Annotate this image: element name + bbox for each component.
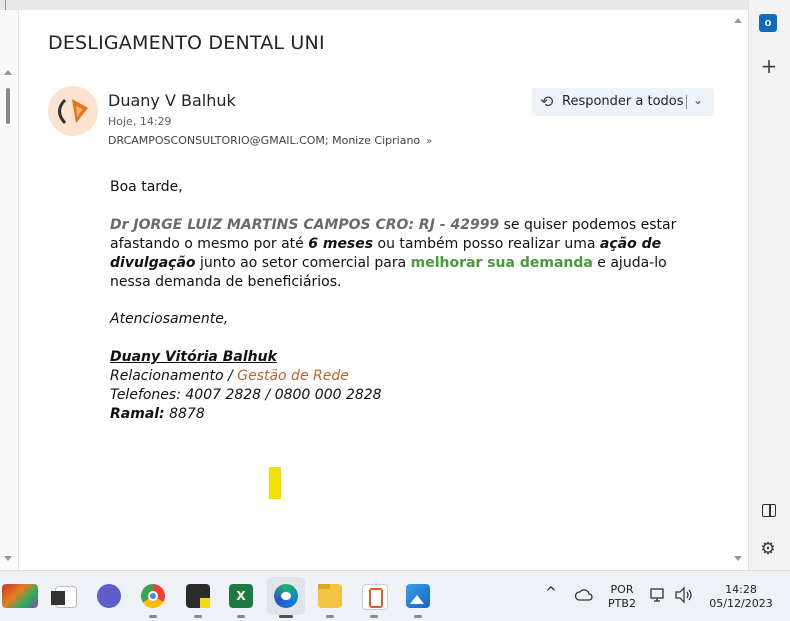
teams-chat-icon[interactable]: [97, 584, 121, 608]
left-scrollbar[interactable]: [0, 10, 19, 570]
scroll-thumb[interactable]: [6, 88, 10, 124]
recipients-text: DRCAMPOSCONSULTORIO@GMAIL.COM; Monize Ci…: [108, 134, 421, 147]
excel-icon[interactable]: X: [229, 584, 253, 608]
duration-text: 6 meses: [308, 236, 374, 252]
email-body: Boa tarde, Dr JORGE LUIZ MARTINS CAMPOS …: [110, 178, 710, 424]
photos-icon[interactable]: [406, 584, 430, 608]
tray-chevron-icon[interactable]: ^: [543, 586, 559, 600]
signature-phones: Telefones: 4007 2828 / 0800 000 2828: [110, 387, 382, 403]
language-indicator[interactable]: POR PTB2: [605, 583, 639, 611]
email-subject: DESLIGAMENTO DENTAL UNI: [48, 32, 325, 54]
body-text: junto ao setor comercial para: [195, 255, 411, 271]
side-panel-icon[interactable]: [762, 504, 776, 517]
right-side-pane: o + ⚙: [748, 0, 790, 570]
gear-icon[interactable]: ⚙: [759, 540, 777, 558]
network-icon[interactable]: [650, 587, 668, 603]
sender-avatar[interactable]: [48, 86, 98, 136]
running-indicator: [414, 615, 422, 618]
snipping-tool-icon[interactable]: [362, 584, 388, 610]
right-scrollbar[interactable]: [730, 10, 746, 570]
running-indicator: [237, 615, 245, 618]
yellow-highlight-mark: [269, 467, 281, 499]
greeting: Boa tarde,: [110, 179, 183, 195]
plus-icon[interactable]: +: [759, 56, 779, 76]
running-indicator: [279, 615, 293, 618]
recipients-list[interactable]: DRCAMPOSCONSULTORIO@GMAIL.COM; Monize Ci…: [108, 134, 432, 147]
body-paragraph: Dr JORGE LUIZ MARTINS CAMPOS CRO: RJ - 4…: [110, 216, 710, 292]
chevron-down-icon[interactable]: »: [426, 136, 432, 147]
scroll-down-arrow-icon[interactable]: [734, 556, 742, 561]
signature-ramal: Ramal: 8878: [110, 405, 710, 424]
signature-name: Duany Vitória Balhuk: [110, 349, 277, 365]
scroll-down-arrow-icon[interactable]: [4, 556, 12, 561]
reply-all-icon: ⟲: [540, 92, 554, 111]
task-view-icon[interactable]: [51, 586, 77, 608]
avatar-logo-icon: [58, 98, 88, 125]
ramal-label: Ramal:: [110, 406, 165, 422]
body-text: ou também posso realizar uma: [373, 236, 600, 252]
cloud-sync-icon[interactable]: [574, 587, 594, 605]
keyboard-layout: PTB2: [608, 597, 636, 610]
button-divider: [686, 95, 687, 109]
highlight-text: melhorar sua demanda: [410, 255, 593, 271]
chevron-down-icon[interactable]: ⌄: [693, 93, 703, 107]
email-date: Hoje, 14:29: [108, 115, 172, 128]
clock-time: 14:28: [725, 583, 757, 596]
taskbar: X ^ POR PTB2 14:28 05/12/2023: [0, 570, 790, 621]
scroll-up-arrow-icon[interactable]: [734, 18, 742, 23]
language-code: POR: [610, 583, 634, 596]
outlook-icon[interactable]: o: [759, 14, 777, 32]
running-indicator: [370, 615, 378, 618]
signature-role: Relacionamento / Gestão de Rede: [110, 367, 710, 386]
edge-icon[interactable]: [274, 584, 298, 608]
file-explorer-icon[interactable]: [318, 584, 342, 608]
closing: Atenciosamente,: [110, 311, 229, 327]
running-indicator: [326, 615, 334, 618]
clock[interactable]: 14:28 05/12/2023: [704, 583, 778, 611]
volume-icon[interactable]: [674, 586, 694, 604]
department-text: Gestão de Rede: [237, 368, 349, 384]
role-text: Relacionamento /: [110, 368, 238, 384]
chrome-icon[interactable]: [141, 584, 165, 608]
ramal-value: 8878: [164, 406, 205, 422]
running-indicator: [149, 615, 157, 618]
running-indicator: [194, 615, 202, 618]
reply-all-label: Responder a todos: [562, 94, 684, 109]
doctor-name: Dr JORGE LUIZ MARTINS CAMPOS CRO: RJ - 4…: [110, 217, 500, 233]
window-top-strip: [0, 0, 790, 10]
scroll-up-arrow-icon[interactable]: [4, 70, 12, 75]
widgets-icon[interactable]: [2, 584, 38, 608]
notes-app-icon[interactable]: [186, 584, 210, 608]
sender-name[interactable]: Duany V Balhuk: [108, 91, 236, 110]
clock-date: 05/12/2023: [709, 597, 773, 610]
reply-all-button[interactable]: ⟲ Responder a todos ⌄: [532, 88, 714, 116]
